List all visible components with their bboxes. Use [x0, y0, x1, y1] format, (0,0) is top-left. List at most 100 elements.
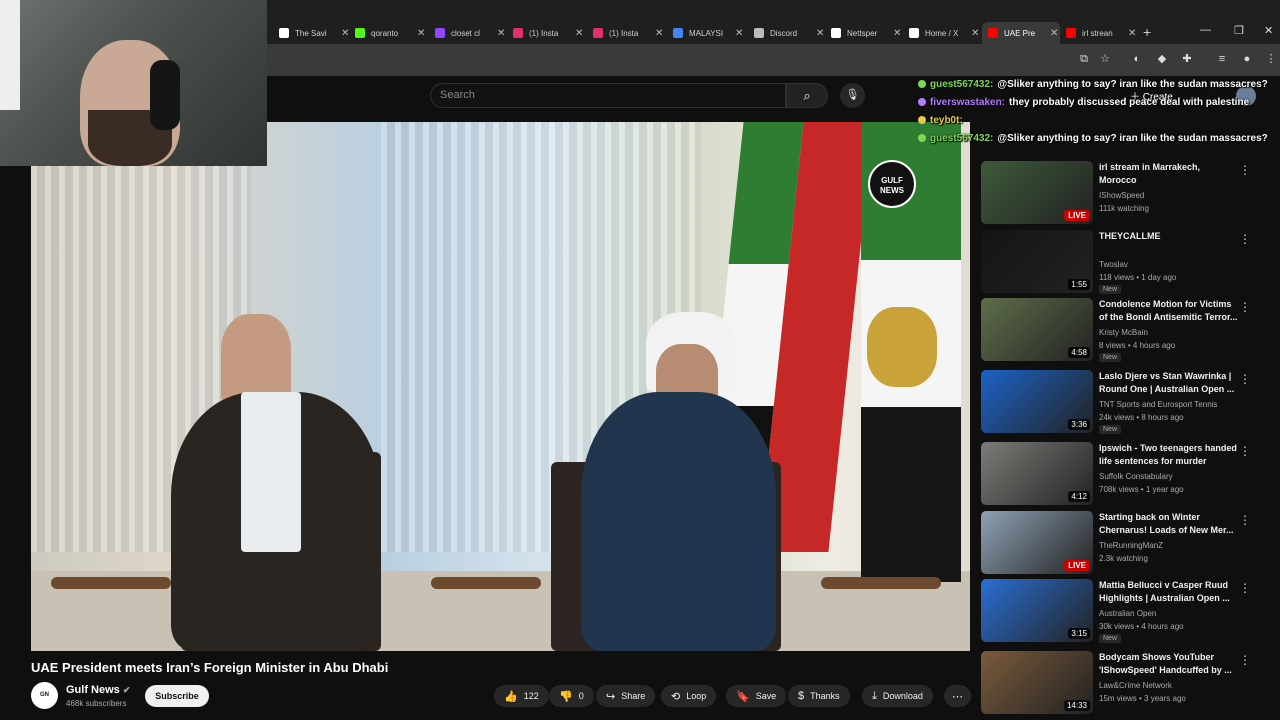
- subscriber-count: 468k subscribers: [66, 699, 127, 708]
- like-button[interactable]: 👍 122: [494, 685, 549, 707]
- voice-search-button[interactable]: 🎙: [840, 83, 865, 108]
- more-options-icon[interactable]: ⋮: [1239, 163, 1251, 177]
- side-table: [431, 577, 541, 589]
- recommended-title[interactable]: irl stream in Marrakech, Morocco: [1099, 161, 1239, 187]
- browser-menu-icon[interactable]: ⋮: [1264, 52, 1278, 66]
- recommended-video[interactable]: 1:55 THEYCALLME Twoslav 118 views • 1 day a…: [981, 230, 1271, 294]
- browser-tab[interactable]: Nettsper ✕: [825, 22, 903, 44]
- extension-icon[interactable]: ◐: [1130, 52, 1144, 66]
- browser-tab[interactable]: (1) Insta ✕: [587, 22, 665, 44]
- recommended-title[interactable]: Bodycam Shows YouTuber 'IShowSpeed' Hand…: [1099, 651, 1239, 677]
- install-app-icon[interactable]: ⧉: [1077, 52, 1091, 66]
- tab-title: Home / X: [925, 28, 959, 38]
- maximize-icon[interactable]: ❐: [1234, 24, 1244, 37]
- recommended-video[interactable]: 14:33 Bodycam Shows YouTuber 'IShowSpeed'…: [981, 651, 1271, 715]
- search-placeholder: Search: [440, 89, 475, 101]
- recommended-video[interactable]: LIVE Starting back on Winter Chernarus! L…: [981, 511, 1271, 575]
- recommended-title[interactable]: THEYCALLME: [1099, 230, 1239, 243]
- loop-button[interactable]: ⟲ Loop: [661, 685, 717, 707]
- subscribe-button[interactable]: Subscribe: [145, 685, 209, 707]
- instagram-icon: [593, 28, 603, 38]
- recommended-title[interactable]: Mattia Bellucci v Casper Ruud Highlights…: [1099, 579, 1239, 605]
- more-options-icon[interactable]: ⋮: [1239, 372, 1251, 386]
- close-tab-icon[interactable]: ✕: [1128, 28, 1136, 39]
- duration-badge: 1:55: [1068, 279, 1090, 290]
- channel-avatar[interactable]: GN: [31, 682, 58, 709]
- recommended-title[interactable]: Starting back on Winter Chernarus! Loads…: [1099, 511, 1239, 537]
- search-input[interactable]: [430, 83, 786, 108]
- close-tab-icon[interactable]: ✕: [417, 28, 425, 39]
- more-actions-button[interactable]: ⋯: [944, 685, 971, 707]
- recommended-video[interactable]: 4:12 Ipswich - Two teenagers handed life …: [981, 442, 1271, 506]
- browser-tab[interactable]: Discord ✕: [748, 22, 826, 44]
- thanks-label: Thanks: [810, 691, 840, 701]
- recommended-video[interactable]: LIVE irl stream in Marrakech, Morocco ISho…: [981, 161, 1271, 225]
- video-thumbnail[interactable]: LIVE: [981, 161, 1093, 224]
- video-thumbnail[interactable]: 14:33: [981, 651, 1093, 714]
- browser-tab[interactable]: MALAYSI ✕: [667, 22, 745, 44]
- thanks-button[interactable]: $ Thanks: [788, 685, 850, 707]
- browser-tab[interactable]: (1) Insta ✕: [507, 22, 585, 44]
- recommended-title[interactable]: Laslo Djere vs Stan Wawrinka | Round One…: [1099, 370, 1239, 396]
- recommended-title[interactable]: Condolence Motion for Victims of the Bon…: [1099, 298, 1239, 324]
- recommended-title[interactable]: Ipswich - Two teenagers handed life sent…: [1099, 442, 1239, 468]
- video-thumbnail[interactable]: 3:36: [981, 370, 1093, 433]
- video-thumbnail[interactable]: 4:12: [981, 442, 1093, 505]
- recommended-video[interactable]: 3:15 Mattia Bellucci v Casper Ruud Highli…: [981, 579, 1271, 643]
- recommended-channel[interactable]: Suffolk Constabulary: [1099, 472, 1173, 481]
- recommended-video[interactable]: 4:58 Condolence Motion for Victims of the…: [981, 298, 1271, 362]
- new-tab-button[interactable]: +: [1143, 24, 1151, 40]
- extensions-puzzle-icon[interactable]: ✚: [1180, 52, 1194, 66]
- recommended-channel[interactable]: Twoslav: [1099, 260, 1128, 269]
- reading-list-icon[interactable]: ≡: [1215, 52, 1229, 66]
- video-player[interactable]: GULF NEWS: [31, 122, 970, 651]
- recommended-channel[interactable]: Kristy McBain: [1099, 328, 1148, 337]
- dislike-button[interactable]: 👎 0: [549, 685, 594, 707]
- video-thumbnail[interactable]: 4:58: [981, 298, 1093, 361]
- recommended-channel[interactable]: IShowSpeed: [1099, 191, 1144, 200]
- browser-tab[interactable]: Home / X ✕: [903, 22, 981, 44]
- close-tab-icon[interactable]: ✕: [816, 28, 824, 39]
- video-thumbnail[interactable]: 1:55: [981, 230, 1093, 293]
- close-tab-icon[interactable]: ✕: [893, 28, 901, 39]
- close-tab-icon[interactable]: ✕: [575, 28, 583, 39]
- recommended-channel[interactable]: Australian Open: [1099, 609, 1156, 618]
- duration-badge: 3:36: [1068, 419, 1090, 430]
- close-tab-icon[interactable]: ✕: [971, 28, 979, 39]
- close-tab-icon[interactable]: ✕: [735, 28, 743, 39]
- save-button[interactable]: 🔖 Save: [726, 685, 787, 707]
- minimize-icon[interactable]: —: [1200, 24, 1211, 36]
- share-button[interactable]: ↪ Share: [596, 685, 656, 707]
- extension-icon[interactable]: ◆: [1155, 52, 1169, 66]
- close-window-icon[interactable]: ✕: [1264, 24, 1273, 37]
- video-thumbnail[interactable]: 3:15: [981, 579, 1093, 642]
- headset: [150, 60, 180, 130]
- recommended-channel[interactable]: TheRunningManZ: [1099, 541, 1163, 550]
- channel-name[interactable]: Gulf News ✔: [66, 684, 130, 696]
- close-tab-icon[interactable]: ✕: [1050, 28, 1058, 39]
- twitch-icon: [435, 28, 445, 38]
- close-tab-icon[interactable]: ✕: [655, 28, 663, 39]
- close-tab-icon[interactable]: ✕: [497, 28, 505, 39]
- recommended-channel[interactable]: TNT Sports and Eurosport Tennis: [1099, 400, 1217, 409]
- more-options-icon[interactable]: ⋮: [1239, 444, 1251, 458]
- browser-tab[interactable]: UAE Pre ✕: [982, 22, 1060, 44]
- browser-tab[interactable]: qoranto ✕: [349, 22, 427, 44]
- more-options-icon[interactable]: ⋮: [1239, 581, 1251, 595]
- more-options-icon[interactable]: ⋮: [1239, 513, 1251, 527]
- live-badge: LIVE: [1064, 210, 1090, 221]
- recommended-video[interactable]: 3:36 Laslo Djere vs Stan Wawrinka | Round…: [981, 370, 1271, 434]
- more-options-icon[interactable]: ⋮: [1239, 653, 1251, 667]
- browser-tab[interactable]: The Savi ✕: [273, 22, 351, 44]
- bookmark-star-icon[interactable]: ☆: [1098, 52, 1112, 66]
- more-options-icon[interactable]: ⋮: [1239, 300, 1251, 314]
- like-count: 122: [523, 691, 539, 701]
- video-thumbnail[interactable]: LIVE: [981, 511, 1093, 574]
- browser-tab[interactable]: irl strean ✕: [1060, 22, 1138, 44]
- profile-icon[interactable]: ●: [1240, 52, 1254, 66]
- browser-tab[interactable]: closet cl ✕: [429, 22, 507, 44]
- more-options-icon[interactable]: ⋮: [1239, 232, 1251, 246]
- search-button[interactable]: ⌕: [786, 83, 828, 108]
- recommended-channel[interactable]: Law&Crime Network: [1099, 681, 1172, 690]
- download-button[interactable]: ⤓ Download: [862, 685, 933, 707]
